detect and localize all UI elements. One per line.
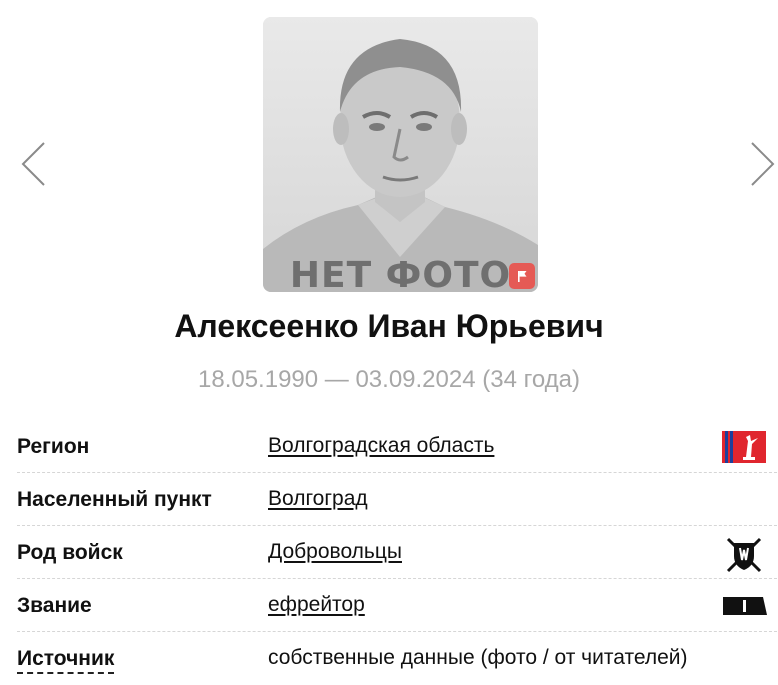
branch-link[interactable]: Добровольцы <box>268 540 402 564</box>
no-photo-label: НЕТ ФОТО <box>289 255 512 292</box>
no-photo-placeholder: НЕТ ФОТО <box>263 17 538 292</box>
next-arrow-button[interactable] <box>748 140 778 188</box>
info-row-source: Источник собственные данные (фото / от ч… <box>17 632 777 684</box>
portrait-silhouette-icon <box>263 17 538 292</box>
flag-icon <box>518 271 527 282</box>
locality-label: Населенный пункт <box>17 488 212 511</box>
region-label: Регион <box>17 435 90 458</box>
rank-label: Звание <box>17 594 92 617</box>
rank-insignia-icon <box>723 597 767 615</box>
info-row-region: Регион Волгоградская область <box>17 420 777 473</box>
info-row-rank: Звание ефрейтор <box>17 579 777 632</box>
rank-link[interactable]: ефрейтор <box>268 593 365 617</box>
locality-link[interactable]: Волгоград <box>268 487 368 511</box>
info-row-branch: Род войск Добровольцы <box>17 526 777 579</box>
region-link[interactable]: Волгоградская область <box>268 434 494 458</box>
source-value: собственные данные (фото / от читателей) <box>268 646 688 669</box>
branch-label: Род войск <box>17 541 123 564</box>
chevron-right-icon <box>751 142 775 186</box>
shield-swords-icon <box>726 537 762 573</box>
region-emblem-icon <box>722 431 766 463</box>
info-row-locality: Населенный пункт Волгоград <box>17 473 777 526</box>
report-flag-button[interactable] <box>509 263 535 289</box>
person-name: Алексеенко Иван Юрьевич <box>174 308 604 344</box>
life-dates: 18.05.1990 — 03.09.2024 (34 года) <box>198 366 580 393</box>
prev-arrow-button[interactable] <box>18 140 48 188</box>
info-table: Регион Волгоградская область Населенный … <box>17 420 777 684</box>
chevron-left-icon <box>21 142 45 186</box>
source-label[interactable]: Источник <box>17 647 115 674</box>
